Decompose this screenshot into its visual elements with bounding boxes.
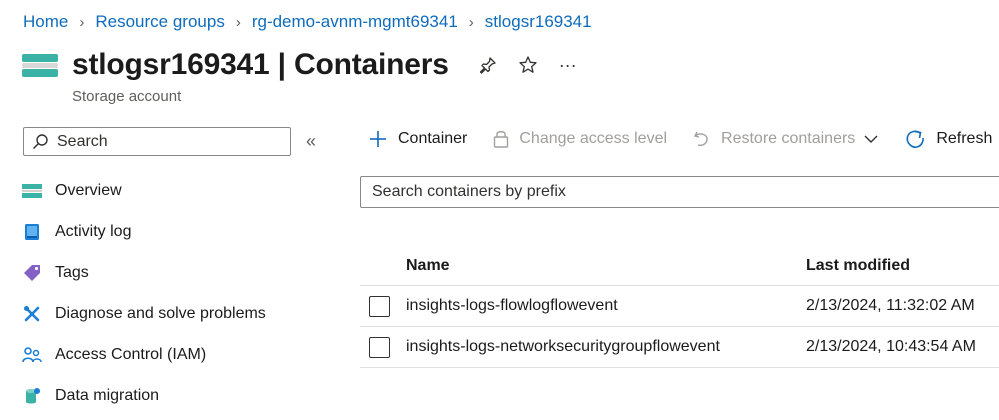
restore-containers-button[interactable]: Restore containers xyxy=(693,129,878,149)
column-header-last-modified[interactable]: Last modified xyxy=(806,257,910,275)
chevron-right-icon: › xyxy=(79,13,85,31)
table-header: Name Last modified xyxy=(360,246,999,286)
undo-icon xyxy=(693,129,711,149)
sidebar-item-overview[interactable]: Overview xyxy=(22,170,266,211)
refresh-label: Refresh xyxy=(936,130,993,147)
sidebar-item-data-migration[interactable]: Data migration xyxy=(22,375,266,416)
containers-table: Name Last modified insights-logs-flowlog… xyxy=(360,246,999,368)
sidebar-item-label: Data migration xyxy=(55,386,160,404)
pin-icon[interactable] xyxy=(477,54,499,76)
last-modified-cell: 2/13/2024, 11:32:02 AM xyxy=(806,297,975,314)
breadcrumb-home[interactable]: Home xyxy=(23,12,68,32)
refresh-button[interactable]: Refresh xyxy=(904,128,992,150)
page-title: stlogsr169341 | Containers xyxy=(72,48,449,81)
row-checkbox[interactable] xyxy=(369,336,390,358)
add-container-label: Container xyxy=(398,130,468,147)
sidebar-search-input[interactable]: Search xyxy=(23,127,291,156)
breadcrumb: Home › Resource groups › rg-demo-avnm-mg… xyxy=(23,12,592,32)
container-prefix-search-input[interactable]: Search containers by prefix xyxy=(360,176,999,208)
table-row[interactable]: insights-logs-networksecuritygroupflowev… xyxy=(360,327,999,368)
sidebar-nav: Overview Activity log Tags Diagnose and … xyxy=(22,170,266,416)
sidebar-item-label: Tags xyxy=(55,263,89,281)
sidebar-item-label: Overview xyxy=(55,181,122,199)
breadcrumb-resource-group[interactable]: rg-demo-avnm-mgmt69341 xyxy=(252,12,458,32)
chevron-right-icon: › xyxy=(235,13,241,31)
chevron-down-icon xyxy=(864,134,878,144)
sidebar-item-activity-log[interactable]: Activity log xyxy=(22,211,266,252)
breadcrumb-storage-account[interactable]: stlogsr169341 xyxy=(485,12,592,32)
restore-containers-label: Restore containers xyxy=(721,130,856,147)
container-name-link[interactable]: insights-logs-flowlogflowevent xyxy=(406,297,806,315)
title-actions: ··· xyxy=(477,54,597,76)
more-options-icon[interactable]: ··· xyxy=(557,54,579,76)
search-icon xyxy=(32,134,48,150)
overview-icon xyxy=(22,181,42,201)
data-migration-icon xyxy=(22,386,42,406)
sidebar-item-label: Access Control (IAM) xyxy=(55,345,207,363)
activity-log-icon xyxy=(22,222,42,242)
sidebar-item-label: Activity log xyxy=(55,222,132,240)
chevron-right-icon: › xyxy=(468,13,474,31)
wrench-icon xyxy=(22,304,42,324)
star-icon[interactable] xyxy=(517,54,539,76)
sidebar-item-iam[interactable]: Access Control (IAM) xyxy=(22,334,266,375)
column-header-name[interactable]: Name xyxy=(406,257,806,275)
add-container-button[interactable]: Container xyxy=(368,129,467,149)
refresh-icon xyxy=(904,128,926,150)
sidebar-search-placeholder: Search xyxy=(57,132,108,150)
lock-icon xyxy=(493,129,509,149)
change-access-level-label: Change access level xyxy=(519,130,668,147)
prefix-search-placeholder: Search containers by prefix xyxy=(372,183,566,200)
command-bar: Container Change access level Restore co… xyxy=(368,128,992,150)
container-name-link[interactable]: insights-logs-networksecuritygroupflowev… xyxy=(406,338,806,356)
sidebar-item-label: Diagnose and solve problems xyxy=(55,304,266,322)
collapse-sidebar-button[interactable]: « xyxy=(306,131,316,152)
last-modified-cell: 2/13/2024, 10:43:54 AM xyxy=(806,338,976,355)
table-row[interactable]: insights-logs-flowlogflowevent 2/13/2024… xyxy=(360,286,999,327)
change-access-level-button[interactable]: Change access level xyxy=(493,129,667,149)
page-header: stlogsr169341 | Containers ··· xyxy=(22,48,597,82)
breadcrumb-resource-groups[interactable]: Resource groups xyxy=(95,12,224,32)
tag-icon xyxy=(22,263,42,283)
sidebar-item-diagnose[interactable]: Diagnose and solve problems xyxy=(22,293,266,334)
row-checkbox[interactable] xyxy=(369,295,390,317)
storage-account-icon xyxy=(22,50,58,80)
plus-icon xyxy=(368,129,388,149)
sidebar-item-tags[interactable]: Tags xyxy=(22,252,266,293)
page-subtitle: Storage account xyxy=(72,88,182,105)
people-icon xyxy=(22,345,42,365)
